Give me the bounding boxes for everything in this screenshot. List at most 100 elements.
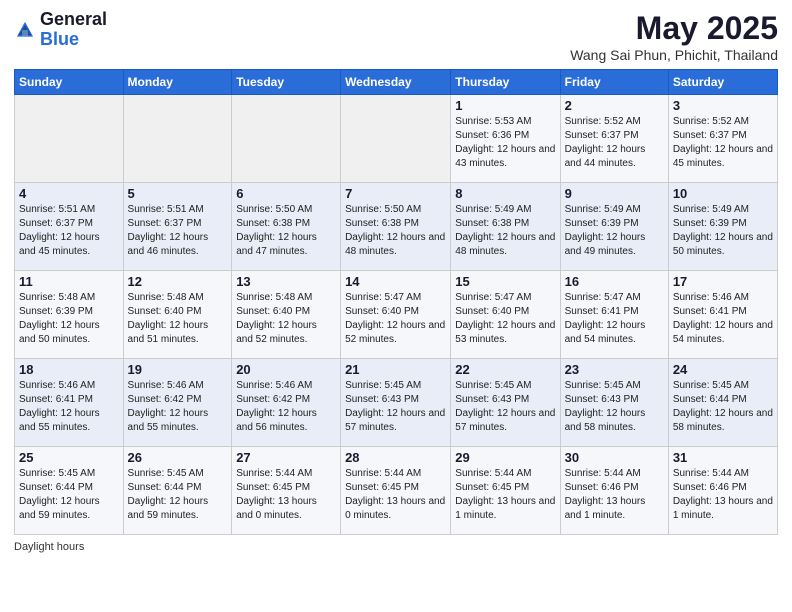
day-number: 2: [565, 98, 664, 113]
day-header-tuesday: Tuesday: [232, 70, 341, 95]
day-info: Sunrise: 5:45 AMSunset: 6:43 PMDaylight:…: [565, 379, 664, 435]
footer: Daylight hours: [14, 541, 778, 553]
calendar-cell: [341, 95, 451, 183]
calendar-cell: 1Sunrise: 5:53 AMSunset: 6:36 PMDaylight…: [451, 95, 560, 183]
day-number: 8: [455, 186, 555, 201]
day-info: Sunrise: 5:49 AMSunset: 6:38 PMDaylight:…: [455, 203, 555, 259]
week-row-3: 11Sunrise: 5:48 AMSunset: 6:39 PMDayligh…: [15, 271, 778, 359]
day-info: Sunrise: 5:47 AMSunset: 6:40 PMDaylight:…: [345, 291, 446, 347]
calendar-cell: [232, 95, 341, 183]
day-number: 24: [673, 362, 773, 377]
calendar-cell: 10 Sunrise: 5:49 AMSunset: 6:39 PMDayligh…: [668, 183, 777, 271]
day-number: 14: [345, 274, 446, 289]
day-number: 31: [673, 450, 773, 465]
calendar-cell: 12Sunrise: 5:48 AMSunset: 6:40 PMDayligh…: [123, 271, 232, 359]
logo-blue: Blue: [40, 29, 79, 49]
day-number: 13: [236, 274, 336, 289]
day-number: 26: [128, 450, 228, 465]
day-number: 6: [236, 186, 336, 201]
day-number: 25: [19, 450, 119, 465]
day-header-sunday: Sunday: [15, 70, 124, 95]
day-info: Sunrise: 5:46 AMSunset: 6:42 PMDaylight:…: [236, 379, 336, 435]
day-info: Sunrise: 5:49 AMSunset: 6:39 PMDaylight:…: [673, 203, 773, 259]
day-header-thursday: Thursday: [451, 70, 560, 95]
header: General Blue May 2025 Wang Sai Phun, Phi…: [14, 10, 778, 63]
calendar-cell: 30Sunrise: 5:44 AMSunset: 6:46 PMDayligh…: [560, 447, 668, 535]
week-row-4: 18 Sunrise: 5:46 AMSunset: 6:41 PMDayligh…: [15, 359, 778, 447]
calendar-cell: 11Sunrise: 5:48 AMSunset: 6:39 PMDayligh…: [15, 271, 124, 359]
day-number: 15: [455, 274, 555, 289]
footer-text: Daylight hours: [14, 541, 84, 553]
week-row-2: 4Sunrise: 5:51 AMSunset: 6:37 PMDaylight…: [15, 183, 778, 271]
day-info: Sunrise: 5:47 AMSunset: 6:40 PMDaylight:…: [455, 291, 555, 347]
day-number: 21: [345, 362, 446, 377]
day-info: Sunrise: 5:50 AMSunset: 6:38 PMDaylight:…: [236, 203, 336, 259]
logo: General Blue: [14, 10, 107, 50]
calendar-cell: 6 Sunrise: 5:50 AMSunset: 6:38 PMDaylight…: [232, 183, 341, 271]
day-info: Sunrise: 5:52 AMSunset: 6:37 PMDaylight:…: [565, 115, 664, 171]
day-info: Sunrise: 5:48 AMSunset: 6:39 PMDaylight:…: [19, 291, 119, 347]
day-info: Sunrise: 5:51 AMSunset: 6:37 PMDaylight:…: [128, 203, 228, 259]
day-number: 30: [565, 450, 664, 465]
day-number: 28: [345, 450, 446, 465]
location-subtitle: Wang Sai Phun, Phichit, Thailand: [570, 47, 778, 63]
calendar-cell: 27Sunrise: 5:44 AMSunset: 6:45 PMDayligh…: [232, 447, 341, 535]
day-info: Sunrise: 5:49 AMSunset: 6:39 PMDaylight:…: [565, 203, 664, 259]
day-number: 17: [673, 274, 773, 289]
calendar: SundayMondayTuesdayWednesdayThursdayFrid…: [14, 69, 778, 535]
day-header-saturday: Saturday: [668, 70, 777, 95]
day-number: 22: [455, 362, 555, 377]
calendar-cell: 29Sunrise: 5:44 AMSunset: 6:45 PMDayligh…: [451, 447, 560, 535]
day-info: Sunrise: 5:46 AMSunset: 6:41 PMDaylight:…: [19, 379, 119, 435]
calendar-cell: [15, 95, 124, 183]
logo-icon: [14, 19, 36, 41]
calendar-cell: 28Sunrise: 5:44 AMSunset: 6:45 PMDayligh…: [341, 447, 451, 535]
day-info: Sunrise: 5:46 AMSunset: 6:41 PMDaylight:…: [673, 291, 773, 347]
week-row-5: 25Sunrise: 5:45 AMSunset: 6:44 PMDayligh…: [15, 447, 778, 535]
day-number: 5: [128, 186, 228, 201]
calendar-cell: 23 Sunrise: 5:45 AMSunset: 6:43 PMDayligh…: [560, 359, 668, 447]
calendar-cell: 3 Sunrise: 5:52 AMSunset: 6:37 PMDaylight…: [668, 95, 777, 183]
calendar-cell: [123, 95, 232, 183]
day-number: 16: [565, 274, 664, 289]
day-info: Sunrise: 5:48 AMSunset: 6:40 PMDaylight:…: [128, 291, 228, 347]
day-header-monday: Monday: [123, 70, 232, 95]
day-info: Sunrise: 5:47 AMSunset: 6:41 PMDaylight:…: [565, 291, 664, 347]
day-info: Sunrise: 5:51 AMSunset: 6:37 PMDaylight:…: [19, 203, 119, 259]
day-number: 19: [128, 362, 228, 377]
calendar-cell: 25Sunrise: 5:45 AMSunset: 6:44 PMDayligh…: [15, 447, 124, 535]
day-info: Sunrise: 5:48 AMSunset: 6:40 PMDaylight:…: [236, 291, 336, 347]
day-number: 10: [673, 186, 773, 201]
calendar-cell: 2 Sunrise: 5:52 AMSunset: 6:37 PMDaylight…: [560, 95, 668, 183]
day-header-friday: Friday: [560, 70, 668, 95]
day-info: Sunrise: 5:45 AMSunset: 6:44 PMDaylight:…: [673, 379, 773, 435]
calendar-cell: 24 Sunrise: 5:45 AMSunset: 6:44 PMDayligh…: [668, 359, 777, 447]
calendar-header: SundayMondayTuesdayWednesdayThursdayFrid…: [15, 70, 778, 95]
calendar-cell: 7Sunrise: 5:50 AMSunset: 6:38 PMDaylight…: [341, 183, 451, 271]
calendar-cell: 17 Sunrise: 5:46 AMSunset: 6:41 PMDayligh…: [668, 271, 777, 359]
day-info: Sunrise: 5:53 AMSunset: 6:36 PMDaylight:…: [455, 115, 555, 171]
calendar-cell: 20 Sunrise: 5:46 AMSunset: 6:42 PMDayligh…: [232, 359, 341, 447]
week-row-1: 1Sunrise: 5:53 AMSunset: 6:36 PMDaylight…: [15, 95, 778, 183]
month-title: May 2025: [570, 10, 778, 47]
day-info: Sunrise: 5:45 AMSunset: 6:43 PMDaylight:…: [455, 379, 555, 435]
day-header-wednesday: Wednesday: [341, 70, 451, 95]
day-info: Sunrise: 5:44 AMSunset: 6:45 PMDaylight:…: [455, 467, 555, 523]
day-number: 3: [673, 98, 773, 113]
day-info: Sunrise: 5:44 AMSunset: 6:46 PMDaylight:…: [673, 467, 773, 523]
calendar-cell: 21Sunrise: 5:45 AMSunset: 6:43 PMDayligh…: [341, 359, 451, 447]
day-number: 20: [236, 362, 336, 377]
days-header-row: SundayMondayTuesdayWednesdayThursdayFrid…: [15, 70, 778, 95]
calendar-body: 1Sunrise: 5:53 AMSunset: 6:36 PMDaylight…: [15, 95, 778, 535]
day-number: 18: [19, 362, 119, 377]
calendar-cell: 13 Sunrise: 5:48 AMSunset: 6:40 PMDayligh…: [232, 271, 341, 359]
calendar-cell: 31 Sunrise: 5:44 AMSunset: 6:46 PMDayligh…: [668, 447, 777, 535]
day-number: 9: [565, 186, 664, 201]
day-number: 23: [565, 362, 664, 377]
calendar-cell: 18 Sunrise: 5:46 AMSunset: 6:41 PMDayligh…: [15, 359, 124, 447]
day-info: Sunrise: 5:52 AMSunset: 6:37 PMDaylight:…: [673, 115, 773, 171]
day-number: 27: [236, 450, 336, 465]
calendar-cell: 8 Sunrise: 5:49 AMSunset: 6:38 PMDaylight…: [451, 183, 560, 271]
logo-general: General: [40, 9, 107, 29]
day-info: Sunrise: 5:50 AMSunset: 6:38 PMDaylight:…: [345, 203, 446, 259]
